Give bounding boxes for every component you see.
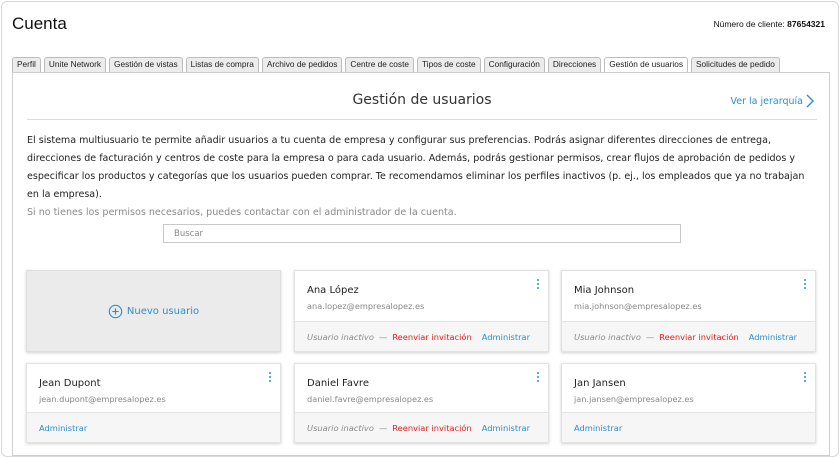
manage-user-link[interactable]: Administrar (482, 332, 530, 342)
user-email: mia.johnson@empresalopez.es (574, 301, 702, 311)
user-name: Jean Dupont (39, 378, 101, 389)
user-management-panel: Gestión de usuarios Ver la jerarquía El … (12, 72, 830, 456)
new-user-label: Nuevo usuario (126, 305, 200, 317)
user-card-daniel-favre: Daniel Favre daniel.favre@empresalopez.e… (294, 363, 549, 443)
user-card-mia-johnson: Mia Johnson mia.johnson@empresalopez.es … (561, 270, 816, 352)
tab-tipos-de-coste[interactable]: Tipos de coste (417, 57, 481, 72)
tab-gestion-de-usuarios[interactable]: Gestión de usuarios (604, 57, 689, 73)
user-name: Daniel Favre (307, 378, 369, 389)
view-hierarchy-link[interactable]: Ver la jerarquía (731, 96, 803, 107)
client-number-display: Número de cliente: 87654321 (713, 19, 825, 29)
user-email: daniel.favre@empresalopez.es (307, 394, 434, 404)
more-options-icon[interactable] (803, 372, 807, 384)
intro-paragraph: El sistema multiusuario te permite añadi… (27, 135, 805, 200)
separator-dash: — (378, 422, 388, 433)
tab-perfil[interactable]: Perfil (12, 57, 41, 72)
user-email: ana.lopez@empresalopez.es (307, 301, 425, 311)
separator-dash: — (645, 331, 655, 342)
tab-bar: Perfil Unite Network Gestión de vistas L… (12, 57, 780, 73)
more-options-icon[interactable] (803, 279, 807, 291)
tab-gestion-de-vistas[interactable]: Gestión de vistas (109, 57, 183, 72)
user-card-footer: Usuario inactivo — Reenviar invitación A… (295, 321, 548, 351)
search-input[interactable] (163, 224, 681, 243)
user-card-footer: Usuario inactivo — Reenviar invitación A… (562, 321, 815, 351)
manage-user-link[interactable]: Administrar (482, 423, 530, 433)
resend-invitation-link[interactable]: Reenviar invitación (392, 332, 472, 342)
tab-direcciones[interactable]: Direcciones (547, 57, 602, 72)
manage-user-link[interactable]: Administrar (574, 423, 622, 433)
manage-user-link[interactable]: Administrar (749, 332, 797, 342)
intro-text: El sistema multiusuario te permite añadi… (27, 132, 819, 222)
chevron-right-icon[interactable] (804, 93, 816, 109)
tab-unite-network[interactable]: Unite Network (43, 57, 107, 72)
user-card-footer: Administrar (562, 412, 815, 442)
resend-invitation-link[interactable]: Reenviar invitación (392, 423, 472, 433)
separator-dash: — (378, 331, 388, 342)
tab-configuracion[interactable]: Configuración (483, 57, 545, 72)
tab-centre-de-coste[interactable]: Centre de coste (345, 57, 414, 72)
user-name: Jan Jansen (574, 378, 626, 389)
user-card-jean-dupont: Jean Dupont jean.dupont@empresalopez.es … (26, 363, 281, 443)
inactive-status: Usuario inactivo (307, 331, 374, 342)
inactive-status: Usuario inactivo (574, 331, 641, 342)
user-email: jan.jansen@empresalopez.es (574, 394, 694, 404)
title-divider (27, 119, 817, 120)
more-options-icon[interactable] (268, 372, 272, 384)
user-name: Mia Johnson (574, 285, 635, 296)
user-card-footer: Usuario inactivo — Reenviar invitación A… (295, 412, 548, 442)
user-email: jean.dupont@empresalopez.es (39, 394, 166, 404)
plus-circle-icon (108, 304, 123, 318)
inactive-status: Usuario inactivo (307, 422, 374, 433)
client-number-value: 87654321 (787, 19, 825, 29)
section-title: Gestión de usuarios (352, 92, 492, 108)
more-options-icon[interactable] (536, 279, 540, 291)
tab-archivo-de-pedidos[interactable]: Archivo de pedidos (261, 57, 343, 72)
page-title: Cuenta (12, 14, 67, 33)
user-name: Ana López (307, 285, 359, 296)
new-user-card[interactable]: Nuevo usuario (26, 270, 281, 352)
more-options-icon[interactable] (536, 372, 540, 384)
tab-solicitudes-de-pedido[interactable]: Solicitudes de pedido (691, 57, 780, 72)
manage-user-link[interactable]: Administrar (39, 423, 87, 433)
user-card-footer: Administrar (27, 412, 280, 442)
user-card-jan-jansen: Jan Jansen jan.jansen@empresalopez.es Ad… (561, 363, 816, 443)
tab-listas-de-compra[interactable]: Listas de compra (185, 57, 259, 72)
account-window: Cuenta Número de cliente: 87654321 Perfi… (1, 1, 839, 457)
client-number-label: Número de cliente: (713, 19, 785, 29)
resend-invitation-link[interactable]: Reenviar invitación (659, 332, 739, 342)
user-card-ana-lopez: Ana López ana.lopez@empresalopez.es Usua… (294, 270, 549, 352)
intro-note: Si no tienes los permisos necesarios, pu… (27, 207, 457, 218)
